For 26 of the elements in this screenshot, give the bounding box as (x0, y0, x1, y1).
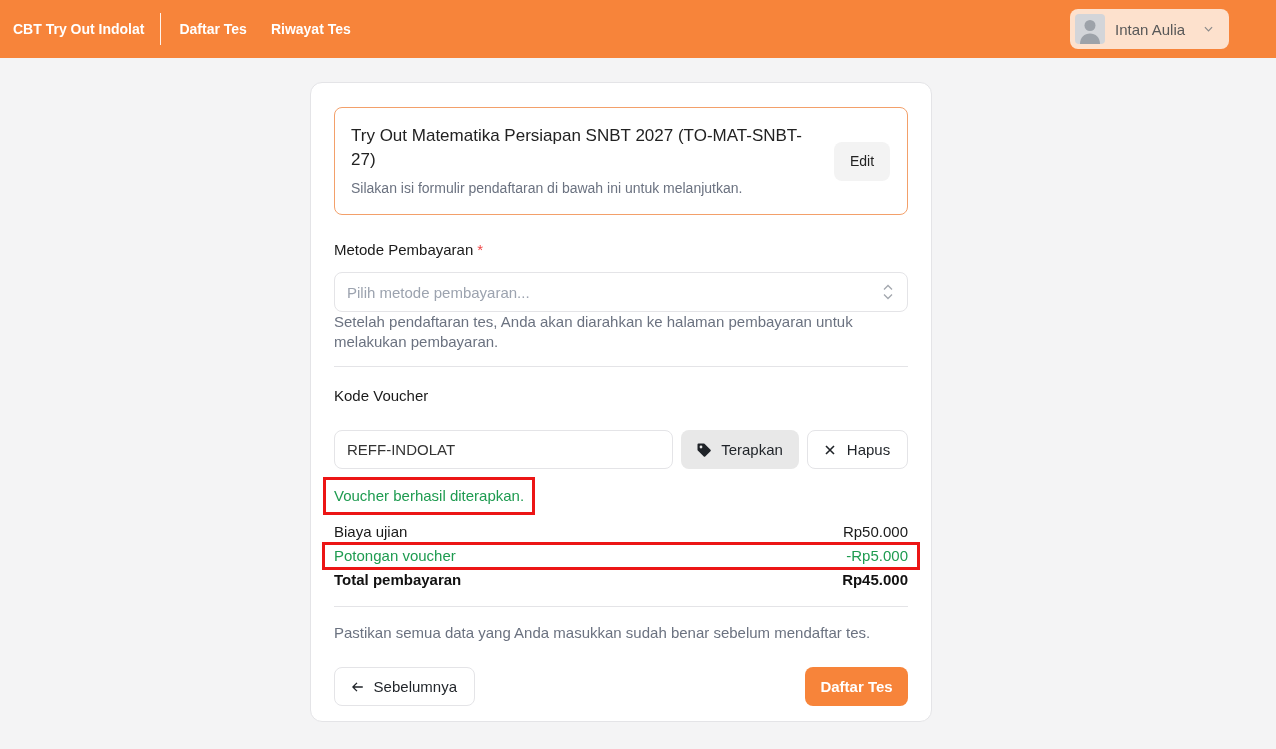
summary-label: Biaya ujian (334, 522, 408, 542)
edit-button[interactable]: Edit (834, 141, 890, 181)
updown-chevron-icon (883, 284, 893, 300)
summary-label: Potongan voucher (334, 546, 456, 566)
tag-icon (697, 442, 712, 457)
chevron-down-icon (1204, 26, 1213, 32)
avatar-icon (1075, 14, 1105, 44)
required-mark: * (477, 240, 484, 260)
remove-button[interactable]: Hapus (807, 430, 908, 469)
summary-label: Total pembayaran (334, 570, 462, 590)
close-icon (824, 444, 835, 455)
summary-amount: Rp50.000 (842, 522, 908, 542)
voucher-input[interactable]: REFF-INDOLAT (334, 430, 673, 469)
apply-button[interactable]: Terapkan (681, 430, 799, 469)
field-label: Metode Pembayaran (334, 240, 474, 260)
field-label: Kode Voucher (334, 386, 429, 406)
user-menu-button[interactable]: Intan Aulia (1070, 9, 1229, 49)
back-button[interactable]: Sebelumnya (334, 667, 475, 706)
confirmation-note: Pastikan semua data yang Anda masukkan sudah benar sebelum mendaftar tes. (334, 623, 872, 643)
summary-amount: Rp45.000 (842, 570, 908, 590)
test-title: Try Out Matematika Persiapan SNBT 2027 (TO-MAT-SNBT-27) (351, 125, 803, 171)
help-text: Setelah pendaftaran tes, Anda akan diarahkan ke halaman pembayaran untuk melakukan pembayaran. (334, 312, 854, 352)
test-subtitle: Silakan isi formulir pendaftaran di bawah ini untuk melanjutkan. (351, 179, 744, 198)
arrow-left-icon (352, 680, 364, 693)
summary-amount: -Rp5.000 (846, 546, 908, 566)
voucher-success-message: Voucher berhasil diterapkan. (334, 487, 525, 504)
